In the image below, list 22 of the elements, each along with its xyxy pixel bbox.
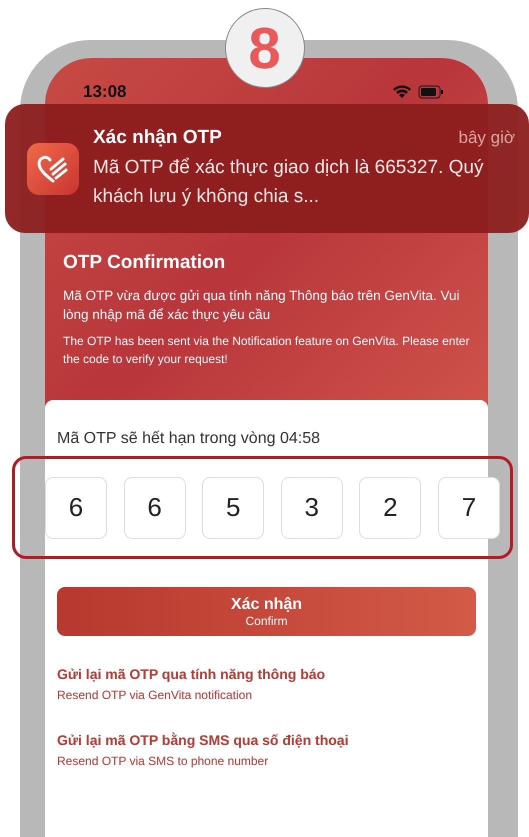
- notification-banner[interactable]: Xác nhận OTP bây giờ Mã OTP để xác thực giao dịch là 665327. Quý khách lưu ý không chia s...: [5, 104, 529, 233]
- notification-title: Xác nhận OTP: [93, 126, 222, 148]
- resend-link[interactable]: Gửi lại mã OTP bằng SMS qua số điện thoại Resend OTP via SMS to phone number: [57, 732, 476, 768]
- otp-digit-field[interactable]: 2: [359, 476, 422, 538]
- confirm-button[interactable]: Xác nhận Confirm: [57, 587, 476, 636]
- otp-digit-field[interactable]: 3: [280, 476, 343, 538]
- wifi-icon: [392, 85, 412, 99]
- instruction-text-english: The OTP has been sent via the Notification feature on GenVita. Please enter the code to verify your request!: [63, 333, 470, 368]
- otp-digit-field[interactable]: 6: [124, 476, 186, 538]
- app-logo-icon: [27, 142, 79, 194]
- notification-message: Mã OTP để xác thực giao dịch là 665327. Quý khách lưu ý không chia s...: [93, 156, 484, 208]
- resend-link[interactable]: Gửi lại mã OTP qua tính năng thông báo Resend OTP via GenVita notification: [57, 666, 476, 702]
- expiry-countdown: Mã OTP sẽ hết hạn trong vòng 04:58: [57, 430, 321, 448]
- status-time: 13:08: [83, 82, 126, 102]
- otp-digit-field[interactable]: 6: [45, 476, 107, 538]
- battery-icon: [418, 85, 444, 99]
- page-subtitle: OTP Confirmation: [63, 252, 226, 274]
- otp-digit-field[interactable]: 7: [438, 476, 500, 538]
- step-number-badge: 8: [224, 8, 304, 88]
- notification-time: bây giờ: [458, 128, 515, 148]
- instruction-text: Mã OTP vừa được gửi qua tính năng Thông báo trên GenVita. Vui lòng nhập mã để xác thực yêu cầu: [63, 287, 460, 324]
- otp-digit-field[interactable]: 5: [202, 476, 264, 538]
